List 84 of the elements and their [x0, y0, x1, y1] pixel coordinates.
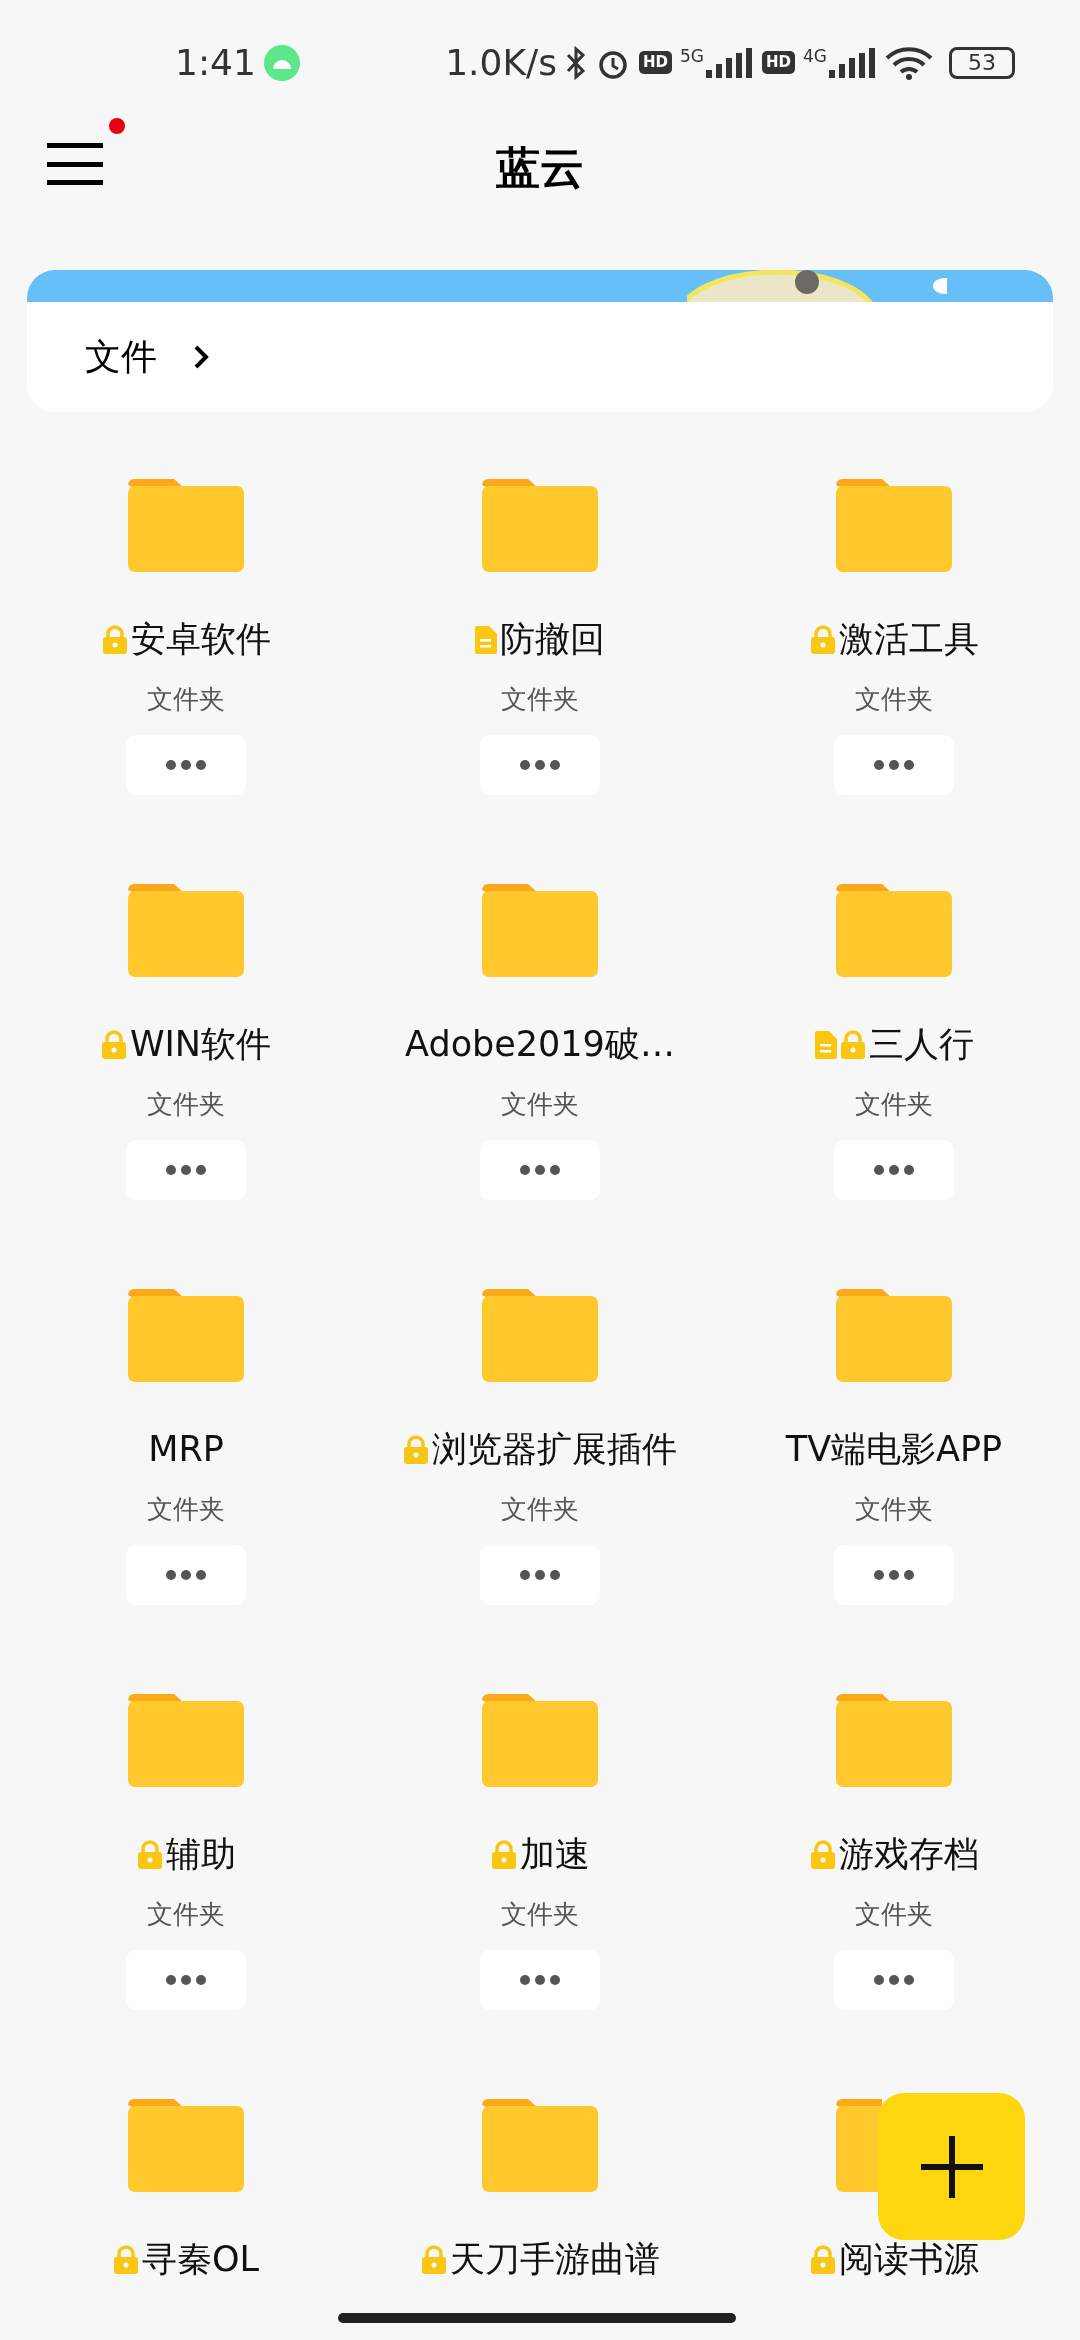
folder-icon[interactable] [128, 1692, 244, 1787]
home-indicator[interactable] [338, 2313, 736, 2323]
bluetooth-icon [564, 44, 587, 81]
more-icon [166, 1570, 206, 1580]
folder-name: 天刀手游曲谱 [449, 2238, 660, 2282]
more-icon [874, 1975, 914, 1985]
folder-type: 文件夹 [147, 683, 225, 716]
more-icon [166, 760, 206, 770]
folder-icon[interactable] [836, 1692, 952, 1787]
more-icon [166, 1975, 206, 1985]
more-icon [874, 1165, 914, 1175]
signal-icon [704, 47, 754, 78]
folder-type: 文件夹 [147, 1493, 225, 1526]
folder-name: 三人行 [868, 1023, 974, 1067]
folder-type: 文件夹 [855, 1898, 933, 1931]
more-button[interactable] [834, 1545, 954, 1605]
app-title: 蓝云 [496, 140, 584, 195]
more-icon [874, 760, 914, 770]
folder-type: 文件夹 [501, 1898, 579, 1931]
folder-name: 安卓软件 [130, 618, 271, 662]
more-button[interactable] [834, 1140, 954, 1200]
folder-name: TV端电影APP [785, 1428, 1003, 1472]
more-icon [166, 1165, 206, 1175]
more-icon [520, 1975, 560, 1985]
more-button[interactable] [480, 1140, 600, 1200]
folder-name: MRP [148, 1428, 224, 1472]
folder-icon[interactable] [128, 477, 244, 572]
folder-type: 文件夹 [501, 683, 579, 716]
more-button[interactable] [480, 1950, 600, 2010]
hd-badge: HD [762, 51, 795, 74]
more-button[interactable] [480, 1545, 600, 1605]
folder-icon[interactable] [482, 1692, 598, 1787]
more-button[interactable] [834, 735, 954, 795]
network-type: 5G [680, 47, 704, 65]
folder-name: 寻秦OL [141, 2238, 260, 2282]
battery-indicator: 53 [949, 46, 1015, 79]
add-button[interactable] [878, 2093, 1025, 2240]
folder-icon[interactable] [128, 882, 244, 977]
folder-type: 文件夹 [855, 683, 933, 716]
folder-icon[interactable] [128, 1287, 244, 1382]
android-icon [263, 44, 300, 81]
more-icon [520, 1570, 560, 1580]
more-icon [520, 760, 560, 770]
folder-name: 浏览器扩展插件 [432, 1428, 677, 1472]
wifi-icon [885, 45, 933, 80]
folder-type: 文件夹 [147, 1898, 225, 1931]
folder-icon[interactable] [482, 1287, 598, 1382]
folder-icon[interactable] [836, 2097, 882, 2192]
folder-name: 防撤回 [500, 618, 605, 662]
clock: 1:41 [175, 40, 256, 85]
more-icon [520, 1165, 560, 1175]
more-button[interactable] [126, 735, 246, 795]
more-button[interactable] [480, 735, 600, 795]
folder-type: 文件夹 [501, 1493, 579, 1526]
folder-type: 文件夹 [855, 1088, 933, 1121]
folder-icon[interactable] [836, 882, 952, 977]
folder-icon[interactable] [836, 1287, 952, 1382]
folder-icon[interactable] [128, 2097, 244, 2192]
folder-name: 游戏存档 [838, 1833, 979, 1877]
plus-icon [920, 2135, 983, 2198]
hd-badge: HD [638, 51, 672, 74]
chevron-right-icon [193, 344, 209, 370]
folder-type: 文件夹 [147, 1088, 225, 1121]
folder-icon[interactable] [482, 2097, 598, 2192]
network-speed: 1.0K/s [445, 40, 557, 85]
breadcrumb-label[interactable]: 文件 [85, 330, 157, 384]
folder-icon[interactable] [482, 477, 598, 572]
more-button[interactable] [126, 1950, 246, 2010]
more-button[interactable] [126, 1140, 246, 1200]
folder-name: 激活工具 [838, 618, 979, 662]
folder-name: 阅读书源 [838, 2238, 979, 2282]
signal-icon [827, 47, 877, 78]
more-button[interactable] [126, 1545, 246, 1605]
folder-name: WIN软件 [129, 1023, 272, 1067]
network-type: 4G [803, 47, 827, 65]
more-icon [874, 1570, 914, 1580]
folder-name: 辅助 [165, 1833, 236, 1877]
folder-icon[interactable] [482, 882, 598, 977]
folder-name: 加速 [519, 1833, 590, 1877]
folder-name: Adobe2019破… [405, 1023, 675, 1067]
folder-icon[interactable] [836, 477, 952, 572]
folder-type: 文件夹 [501, 1088, 579, 1121]
folder-type: 文件夹 [855, 1493, 933, 1526]
more-button[interactable] [834, 1950, 954, 2010]
